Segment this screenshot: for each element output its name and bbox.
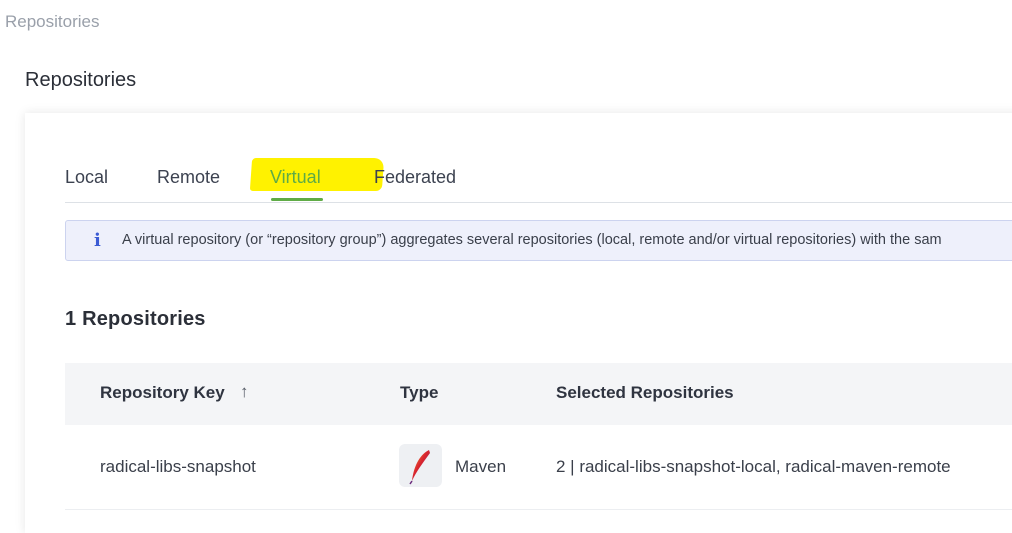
breadcrumb[interactable]: Repositories [5,12,100,32]
info-icon: i [94,230,101,251]
column-header-repository-key[interactable]: Repository Key [100,383,225,403]
maven-feather-icon [399,444,442,487]
repository-tabs: Local Remote Virtual Federated [65,158,1012,203]
selected-repositories-cell: 2 | radical-libs-snapshot-local, radical… [556,457,951,476]
repository-key-cell[interactable]: radical-libs-snapshot [100,457,256,477]
info-text: A virtual repository (or “repository gro… [122,232,942,248]
tab-virtual[interactable]: Virtual [270,167,321,188]
table-header: Repository Key ↑ Type Selected Repositor… [65,363,1012,425]
arrow-up-icon[interactable]: ↑ [240,382,249,402]
info-banner: i A virtual repository (or “repository g… [65,220,1012,261]
table-row[interactable]: radical-libs-snapshot Maven 2 | radical-… [65,425,1012,510]
column-header-selected-repositories[interactable]: Selected Repositories [556,383,734,403]
tab-federated[interactable]: Federated [374,167,456,188]
active-tab-indicator [271,198,323,201]
type-cell: Maven [455,457,507,476]
column-header-type[interactable]: Type [400,383,438,403]
tab-local[interactable]: Local [65,167,108,188]
tab-remote[interactable]: Remote [157,167,220,188]
page-title: Repositories [25,69,137,91]
repositories-card: Local Remote Virtual Federated i A virtu… [25,113,1012,533]
repositories-count: 1 Repositories [65,308,206,330]
repositories-table: Repository Key ↑ Type Selected Repositor… [65,363,1012,510]
